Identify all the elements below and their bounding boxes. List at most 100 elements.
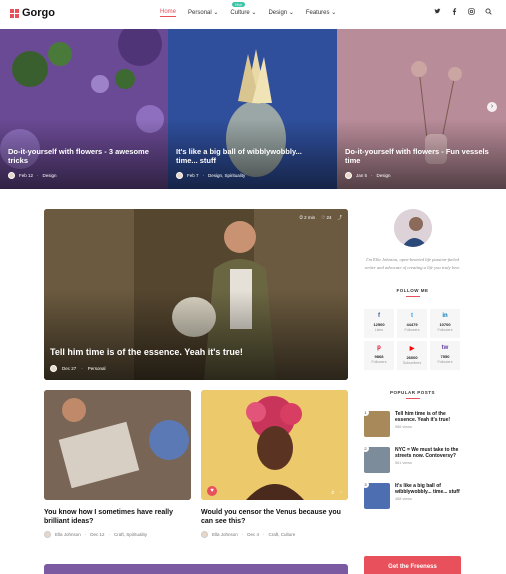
heart-outline-icon[interactable]: ♡	[339, 490, 343, 495]
avatar	[345, 172, 352, 179]
popular-item[interactable]: 2 NYC = We must take to the streets now.…	[362, 445, 461, 473]
popular-thumbnail[interactable]: 3	[362, 481, 390, 509]
twitter-icon[interactable]	[434, 8, 441, 15]
card-category[interactable]: Craft, Spirituality	[114, 532, 147, 537]
social-count: 44479	[406, 322, 418, 327]
slide-title[interactable]: It's like a big ball of wibblywobbly... …	[176, 147, 325, 165]
hero-slide[interactable]: Do-it-yourself with flowers - Fun vessel…	[337, 29, 506, 189]
hero-slide[interactable]: It's like a big ball of wibblywobbly... …	[168, 29, 337, 189]
card-image[interactable]: ♥ ⏱ ♡	[201, 390, 348, 500]
popular-text: It's like a big ball of wibblywobbly... …	[395, 483, 461, 509]
meta-separator: ·	[263, 532, 265, 537]
site-header: Gorgo Home Personal ⌄ Hot Culture ⌄ Desig…	[0, 0, 506, 28]
popular-thumbnail[interactable]: 2	[362, 445, 390, 473]
author-avatar[interactable]	[393, 209, 432, 247]
card-author[interactable]: Ella Johnson	[212, 532, 238, 537]
feature-meta: Dec 27 · Personal	[50, 365, 106, 372]
slide-title[interactable]: Do-it-yourself with flowers - 3 awesome …	[8, 147, 156, 165]
featured-post[interactable]: ⏱ 2 min ♡ 24 ⤴ Tell him time is of the e…	[44, 209, 348, 380]
nav-item-features[interactable]: Features ⌄	[306, 9, 336, 17]
card-author[interactable]: Ella Johnson	[55, 532, 81, 537]
card-image[interactable]	[44, 390, 191, 500]
heart-icon[interactable]: ♥	[207, 486, 217, 496]
facebook-icon[interactable]	[451, 8, 458, 15]
social-count: 7550	[440, 354, 450, 359]
nav-label: Personal	[188, 10, 212, 16]
social-twitter[interactable]: t 44479 Followers	[397, 309, 427, 338]
popular-title[interactable]: NYC = We must take to the streets now. C…	[395, 447, 461, 459]
card-title[interactable]: Would you censor the Venus because you c…	[201, 508, 348, 526]
social-grid: f 12500 Likes t 44479 Followers in 10700 Follo…	[364, 309, 461, 370]
instagram-icon[interactable]	[468, 8, 475, 15]
social-pinterest[interactable]: p 9868 Followers	[364, 341, 394, 370]
social-label: Followers	[404, 328, 420, 332]
popular-thumbnail[interactable]: 1	[362, 409, 390, 437]
nav-item-culture[interactable]: Hot Culture ⌄	[230, 2, 256, 17]
post-card[interactable]: ♥ ⏱ ♡ Would you censor the Venus because…	[201, 390, 348, 538]
sidebar: I'm Ella Johnson, open-hearted life pass…	[362, 209, 461, 574]
popular-text: Tell him time is of the essence. Yeah it…	[395, 411, 461, 437]
slide-category[interactable]: Design	[377, 173, 391, 178]
feature-stats: ⏱ 2 min ♡ 24 ⤴	[299, 215, 342, 221]
chevron-down-icon: ⌄	[288, 10, 294, 16]
hot-badge: Hot	[232, 2, 245, 7]
card-category[interactable]: Craft, Culture	[269, 532, 296, 537]
author-photo	[393, 209, 432, 247]
avatar	[176, 172, 183, 179]
search-icon[interactable]	[485, 8, 492, 15]
slide-date: Feb 7	[187, 173, 199, 178]
slide-date: Jan 5	[356, 173, 368, 178]
avatar	[8, 172, 15, 179]
next-post-image[interactable]	[44, 564, 348, 574]
logo[interactable]: Gorgo	[10, 7, 55, 19]
logo-text: Gorgo	[22, 7, 55, 19]
slide-meta: Feb 12 · Design	[8, 172, 57, 179]
portrait-image	[201, 390, 348, 500]
card-date: Dec 4	[247, 532, 260, 537]
social-label: Followers	[437, 328, 453, 332]
feature-category[interactable]: Personal	[88, 366, 106, 371]
chevron-down-icon: ⌄	[331, 10, 337, 16]
social-label: Followers	[437, 360, 453, 364]
card-title[interactable]: You know how I sometimes have really bri…	[44, 508, 191, 526]
chevron-down-icon: ⌄	[213, 10, 219, 16]
popular-item[interactable]: 3 It's like a big ball of wibblywobbly..…	[362, 481, 461, 509]
popular-item[interactable]: 1 Tell him time is of the essence. Yeah …	[362, 409, 461, 437]
social-count: 12500	[373, 322, 385, 327]
follow-heading: FOLLOW ME	[396, 288, 429, 293]
twitter-icon: t	[411, 313, 413, 319]
card-date: Dec 12	[90, 532, 105, 537]
post-card[interactable]: You know how I sometimes have really bri…	[44, 390, 191, 538]
card-stats: ⏱ ♡	[331, 490, 343, 495]
social-label: Likes	[374, 328, 384, 332]
cta-button[interactable]: Get the Freeness	[364, 556, 461, 574]
feature-title[interactable]: Tell him time is of the essence. Yeah it…	[50, 347, 270, 358]
slide-meta: Jan 5 · Design	[345, 172, 391, 179]
popular-title[interactable]: It's like a big ball of wibblywobbly... …	[395, 483, 461, 495]
author-bio: I'm Ella Johnson, open-hearted life pass…	[364, 257, 461, 270]
nav-item-home[interactable]: Home	[160, 9, 177, 17]
chevron-right-icon[interactable]: ›	[487, 102, 497, 112]
social-youtube[interactable]: ▶ 26000 Subscribers	[397, 341, 427, 370]
meta-separator: ·	[202, 173, 205, 178]
social-facebook[interactable]: f 12500 Likes	[364, 309, 394, 338]
meta-separator: ·	[241, 532, 244, 537]
social-linkedin[interactable]: in 10700 Followers	[430, 309, 460, 338]
share-icon[interactable]: ⤴	[338, 215, 343, 221]
avatar	[50, 365, 57, 372]
avatar	[44, 531, 51, 538]
popular-title[interactable]: Tell him time is of the essence. Yeah it…	[395, 411, 461, 423]
hero-slide[interactable]: Do-it-yourself with flowers - 3 awesome …	[0, 29, 168, 189]
popular-text: NYC = We must take to the streets now. C…	[395, 447, 461, 473]
workshop-image	[44, 390, 191, 500]
slide-category[interactable]: Design	[43, 173, 57, 178]
social-label: Subscribers	[402, 361, 422, 365]
nav-item-design[interactable]: Design ⌄	[268, 9, 293, 17]
social-twitch[interactable]: tw 7550 Followers	[430, 341, 460, 370]
nav-item-personal[interactable]: Personal ⌄	[188, 9, 218, 17]
meta-separator: ·	[371, 173, 373, 178]
like-count-value: 24	[326, 215, 332, 220]
slide-category[interactable]: Design, Spirituality	[208, 173, 245, 178]
slide-title[interactable]: Do-it-yourself with flowers - Fun vessel…	[345, 147, 494, 165]
popular-list: 1 Tell him time is of the essence. Yeah …	[362, 409, 461, 509]
